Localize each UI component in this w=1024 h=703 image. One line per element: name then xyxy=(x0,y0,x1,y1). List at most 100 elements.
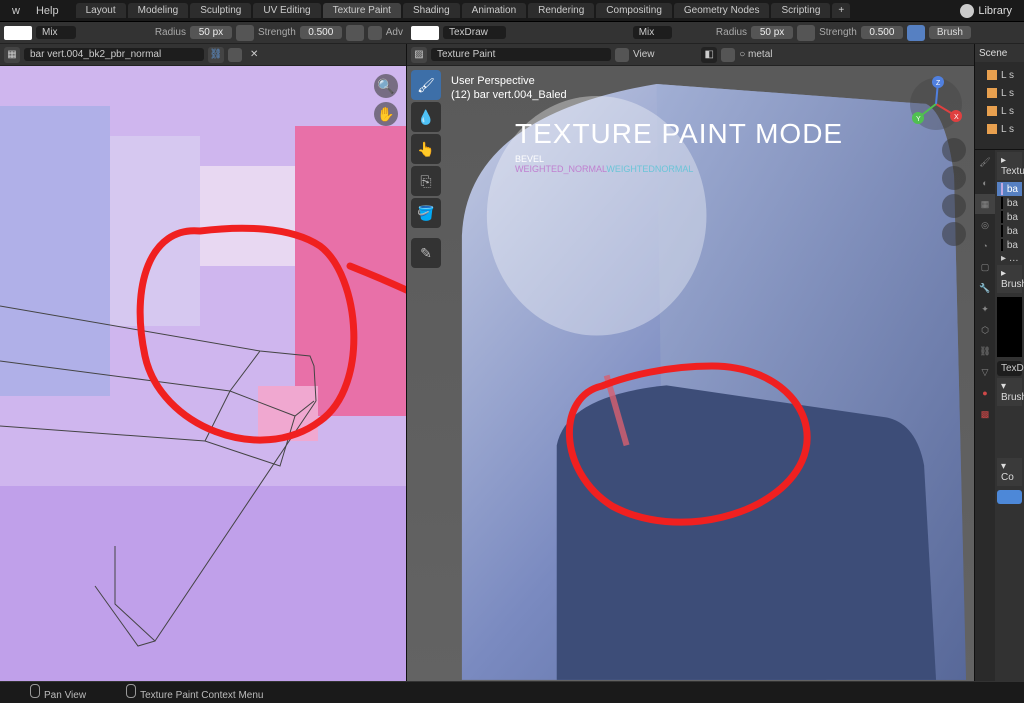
tab-animation[interactable]: Animation xyxy=(462,3,526,18)
prop-tab-physics[interactable]: ⬡ xyxy=(975,320,995,340)
brush-tool[interactable]: 🖌 xyxy=(411,70,441,100)
strength-pressure-vp[interactable] xyxy=(907,25,925,41)
color-primary[interactable] xyxy=(4,26,32,40)
blur-tool[interactable]: 💧 xyxy=(411,102,441,132)
menubar: w Help Layout Modeling Sculpting UV Edit… xyxy=(0,0,1024,22)
tab-modeling[interactable]: Modeling xyxy=(128,3,189,18)
color-primary-vp[interactable] xyxy=(411,26,439,40)
outliner-row[interactable]: L s xyxy=(975,120,1024,138)
radius-value[interactable]: 50 px xyxy=(190,26,232,39)
image-select[interactable]: bar vert.004_bk2_pbr_normal xyxy=(24,48,204,61)
prop-tab-modifier[interactable]: 🔧 xyxy=(975,278,995,298)
prop-tab-render[interactable]: 🖌 xyxy=(975,152,995,172)
prop-tab-material[interactable]: ● xyxy=(975,383,995,403)
strength-value-vp[interactable]: 0.500 xyxy=(861,26,903,39)
main: ▦ bar vert.004_bk2_pbr_normal ⛓ ✕ xyxy=(0,44,1024,681)
prop-tab-texture[interactable]: ▩ xyxy=(975,404,995,424)
scene-label: Scene xyxy=(979,48,1007,59)
outliner-row[interactable]: L s xyxy=(975,102,1024,120)
brush-name[interactable]: TexDra xyxy=(997,361,1022,376)
prop-tab-world[interactable]: ◔ xyxy=(975,236,995,256)
view-menu[interactable]: View xyxy=(633,49,655,60)
outliner-row[interactable]: L s xyxy=(975,84,1024,102)
editor-type-vp-icon[interactable]: ▨ xyxy=(411,47,427,63)
smear-tool[interactable]: 👆 xyxy=(411,134,441,164)
prop-tab-data[interactable]: ▽ xyxy=(975,362,995,382)
radius-pressure-icon[interactable] xyxy=(236,25,254,41)
clone-tool[interactable]: ⎘ xyxy=(411,166,441,196)
slot-icon[interactable]: ◧ xyxy=(701,47,717,63)
tab-uv-editing[interactable]: UV Editing xyxy=(253,3,320,18)
radius-pressure-vp[interactable] xyxy=(797,25,815,41)
ortho-toggle-icon[interactable] xyxy=(942,222,966,246)
toolbar-uv: Mix Radius 50 px Strength 0.500 Adv xyxy=(0,22,407,44)
strength-pressure-icon[interactable] xyxy=(346,25,364,41)
tab-layout[interactable]: Layout xyxy=(76,3,126,18)
uv-header: ▦ bar vert.004_bk2_pbr_normal ⛓ ✕ xyxy=(0,44,406,66)
prop-tab-particles[interactable]: ✦ xyxy=(975,299,995,319)
uv-canvas[interactable]: 🔍 ✋ xyxy=(0,66,406,681)
brush-preview[interactable] xyxy=(997,297,1022,357)
tab-rendering[interactable]: Rendering xyxy=(528,3,594,18)
mouse-icon xyxy=(126,684,136,698)
tab-geometry-nodes[interactable]: Geometry Nodes xyxy=(674,3,770,18)
outliner-row[interactable]: L s xyxy=(975,66,1024,84)
section-brush-settings[interactable]: ▾ Brush xyxy=(997,378,1022,406)
texture-row[interactable]: ba xyxy=(997,224,1022,238)
texture-row[interactable]: ba xyxy=(997,182,1022,196)
texture-row-more[interactable]: ▸ … xyxy=(997,252,1022,265)
section-texture[interactable]: ▸ Textu xyxy=(997,152,1022,180)
hdr-pill1[interactable] xyxy=(228,48,242,62)
prop-tab-constraint[interactable]: ⛓ xyxy=(975,341,995,361)
image-close[interactable]: ✕ xyxy=(246,49,262,60)
zoom-icon[interactable]: 🔍 xyxy=(374,74,398,98)
mask-tool[interactable]: ✎ xyxy=(411,238,441,268)
texture-row[interactable]: ba xyxy=(997,238,1022,252)
brush-preset[interactable]: TexDraw xyxy=(443,26,506,39)
tab-scripting[interactable]: Scripting xyxy=(771,3,830,18)
tab-compositing[interactable]: Compositing xyxy=(596,3,672,18)
texture-row[interactable]: ba xyxy=(997,210,1022,224)
blend-mode-vp[interactable]: Mix xyxy=(633,26,673,39)
blend-mode[interactable]: Mix xyxy=(36,26,76,39)
prop-tab-scene[interactable]: ◎ xyxy=(975,215,995,235)
pan-icon[interactable]: ✋ xyxy=(374,102,398,126)
viewport-canvas[interactable]: 🖌 💧 👆 ⎘ 🪣 ✎ User Perspective (12) bar ve… xyxy=(407,66,974,681)
menu-help[interactable]: Help xyxy=(28,5,67,17)
object-label: (12) bar vert.004_Baled xyxy=(451,88,567,102)
view-btn[interactable] xyxy=(615,48,629,62)
radius-value-vp[interactable]: 50 px xyxy=(751,26,793,39)
mode-select[interactable]: Texture Paint xyxy=(431,48,611,61)
section-brush[interactable]: ▸ Brush xyxy=(997,265,1022,293)
tab-texture-paint[interactable]: Texture Paint xyxy=(323,3,401,18)
prop-tab-object[interactable]: ▢ xyxy=(975,257,995,277)
prop-tab-active[interactable]: ▦ xyxy=(975,194,995,214)
zoom-view-icon[interactable] xyxy=(942,138,966,162)
axis-gizmo[interactable]: X Y Z xyxy=(908,76,964,132)
brush-btn[interactable]: Brush xyxy=(929,26,971,39)
mouse-icon xyxy=(30,684,40,698)
texture-row[interactable]: ba xyxy=(997,196,1022,210)
color-chip[interactable] xyxy=(997,490,1022,504)
tab-shading[interactable]: Shading xyxy=(403,3,460,18)
texture-list: ba ba ba ba ba ▸ … xyxy=(997,182,1022,265)
object-icon xyxy=(987,70,997,80)
section-color[interactable]: ▾ Co xyxy=(997,458,1022,486)
object-icon xyxy=(987,106,997,116)
camera-view-icon[interactable] xyxy=(942,194,966,218)
toolbar-viewport: TexDraw Mix Radius 50 px Strength 0.500 … xyxy=(407,22,975,44)
radius-label: Radius xyxy=(155,27,186,38)
material-name[interactable]: ○ metal xyxy=(739,49,772,60)
adv-check[interactable] xyxy=(368,26,382,40)
image-linked-icon[interactable]: ⛓ xyxy=(208,47,224,63)
library-dropdown[interactable]: Library xyxy=(952,4,1020,18)
slot-chain[interactable] xyxy=(721,48,735,62)
menu-window[interactable]: w xyxy=(4,5,28,17)
editor-type-icon[interactable]: ▦ xyxy=(4,47,20,63)
tab-add[interactable]: + xyxy=(832,3,850,18)
pan-view-icon[interactable] xyxy=(942,166,966,190)
strength-value[interactable]: 0.500 xyxy=(300,26,342,39)
tab-sculpting[interactable]: Sculpting xyxy=(190,3,251,18)
prop-tab-output[interactable]: ◐ xyxy=(975,173,995,193)
fill-tool[interactable]: 🪣 xyxy=(411,198,441,228)
